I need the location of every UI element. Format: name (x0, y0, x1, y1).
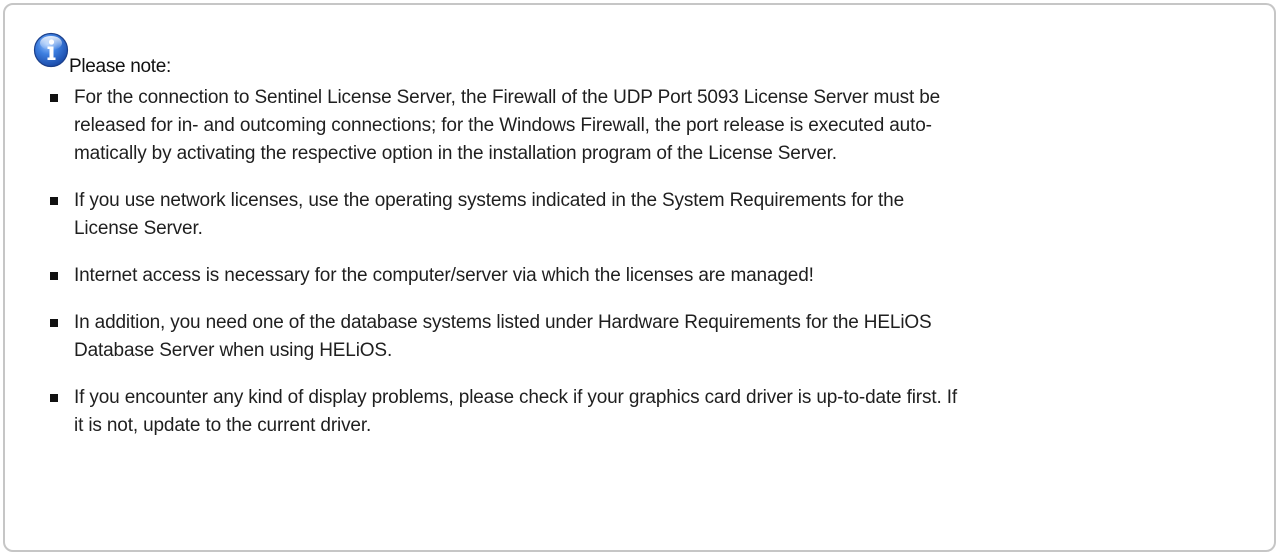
bullet (50, 272, 58, 280)
list-item-line: released for in- and outcoming connectio… (74, 115, 932, 136)
list-item: Internet access is necessary for the com… (50, 262, 1250, 290)
bullet (50, 394, 58, 402)
note-header: Please note: (33, 32, 171, 77)
list-item-line: Database Server when using HELiOS. (74, 340, 393, 361)
list-item-line: If you encounter any kind of display pro… (74, 387, 957, 408)
list-item: In addition, you need one of the databas… (50, 309, 1250, 365)
list-item-line: For the connection to Sentinel License S… (74, 87, 941, 108)
info-icon (33, 32, 69, 68)
bullet (50, 319, 58, 327)
list-item-line: matically by activating the respective o… (74, 143, 837, 164)
list-item-line: License Server. (74, 218, 203, 239)
note-list: For the connection to Sentinel License S… (50, 84, 1250, 459)
list-item-line: it is not, update to the current driver. (74, 415, 372, 436)
list-item: For the connection to Sentinel License S… (50, 84, 1250, 168)
bullet (50, 94, 58, 102)
list-item: If you use network licenses, use the ope… (50, 187, 1250, 243)
list-item-line: Internet access is necessary for the com… (74, 265, 814, 286)
bullet (50, 197, 58, 205)
note-title: Please note: (69, 56, 172, 77)
list-item-line: If you use network licenses, use the ope… (74, 190, 905, 211)
list-item-line: In addition, you need one of the databas… (74, 312, 932, 333)
list-item: If you encounter any kind of display pro… (50, 384, 1250, 440)
